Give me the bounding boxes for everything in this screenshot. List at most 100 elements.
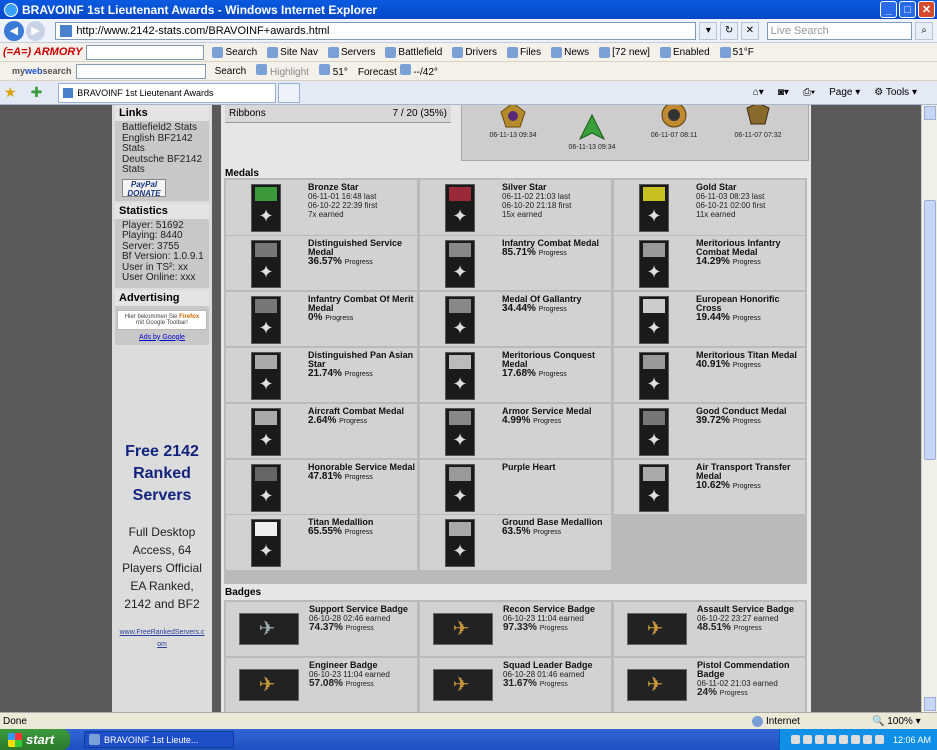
ribbon-item[interactable]: 06-11-13 09:34 bbox=[478, 105, 548, 139]
medal-name: Gold Star bbox=[696, 182, 737, 192]
ribbon-item[interactable]: 06-11-07 07:32 bbox=[718, 105, 798, 139]
feeds-icon[interactable]: ◙▾ bbox=[778, 87, 789, 98]
address-dropdown-button[interactable]: ▾ bbox=[699, 21, 718, 40]
medal-cell[interactable]: ✦ Distinguished Service Medal 36.57% Progr… bbox=[226, 235, 417, 291]
armory-search-box[interactable] bbox=[86, 44, 205, 60]
badge-cell[interactable]: ✈ Squad Leader Badge 06-10-28 01:46 earned… bbox=[420, 658, 611, 712]
scroll-up-button[interactable] bbox=[924, 106, 936, 120]
advertising-heading: Advertising bbox=[115, 289, 209, 306]
print-icon[interactable]: ⎙▾ bbox=[803, 87, 815, 98]
popup-enabled-button[interactable]: Enabled bbox=[659, 46, 710, 58]
badge-cell[interactable]: ✈ Engineer Badge 06-10-23 11:04 earned 57.0… bbox=[226, 658, 417, 712]
search-go-button[interactable]: ⌕ bbox=[915, 21, 933, 40]
url-field[interactable]: http://www.2142-stats.com/BRAVOINF+award… bbox=[55, 21, 697, 40]
tray-icon[interactable] bbox=[862, 735, 872, 744]
free-servers-ad-title[interactable]: Free 2142 Ranked Servers bbox=[112, 441, 212, 507]
medal-cell[interactable]: ✦ Meritorious Titan Medal 40.91% Progress bbox=[614, 347, 805, 403]
medal-cell[interactable]: ✦ Aircraft Combat Medal 2.64% Progress bbox=[226, 403, 417, 459]
mywebsearch-search-button[interactable]: Search bbox=[215, 66, 247, 77]
medal-cell[interactable]: ✦ Meritorious Conquest Medal 17.68% Progre… bbox=[420, 347, 611, 403]
badge-wings-icon: ✈ bbox=[258, 618, 276, 640]
scroll-down-button[interactable] bbox=[924, 697, 936, 711]
paypal-donate-button[interactable]: PayPal DONATE bbox=[122, 178, 166, 198]
tools-menu-button[interactable]: ⚙ Tools ▾ bbox=[874, 87, 917, 98]
stop-button[interactable]: ✕ bbox=[740, 21, 759, 40]
tray-icon[interactable] bbox=[814, 735, 824, 744]
badge-text: Recon Service Badge 06-10-23 11:04 earned… bbox=[503, 605, 603, 633]
medal-cell[interactable]: ✦ Good Conduct Medal 39.72% Progress bbox=[614, 403, 805, 459]
stat-users-online: User Online: xxx bbox=[122, 272, 196, 283]
armory-search-button[interactable]: Search bbox=[212, 46, 257, 58]
medal-cell[interactable]: ✦ Purple Heart bbox=[420, 459, 611, 515]
scroll-thumb[interactable] bbox=[924, 200, 936, 460]
medal-name: Distinguished Service Medal bbox=[308, 237, 403, 257]
medal-cell[interactable]: ✦ Silver Star 06-11-02 21:03 last 06-10-20 … bbox=[420, 180, 611, 235]
drivers-button[interactable]: Drivers bbox=[452, 46, 497, 58]
medal-cell[interactable]: ✦ Infantry Combat Of Merit Medal 0% Progre… bbox=[226, 291, 417, 347]
maximize-button[interactable]: □ bbox=[899, 1, 916, 18]
page-menu-button[interactable]: Page ▾ bbox=[829, 87, 860, 98]
medal-cell[interactable]: ✦ Ground Base Medallion 63.5% Progress bbox=[420, 515, 611, 570]
medal-cell[interactable]: ✦ European Honorific Cross 19.44% Progress bbox=[614, 291, 805, 347]
back-button[interactable]: ◀ bbox=[4, 20, 24, 41]
link-bf2-stats[interactable]: Battlefield2 Stats bbox=[122, 122, 205, 134]
ribbon-emblem-icon bbox=[500, 105, 526, 128]
link-deutsche-bf2142[interactable]: Deutsche BF2142 Stats bbox=[122, 154, 205, 176]
mail-count-button[interactable]: [72 new] bbox=[599, 46, 650, 58]
tab-bravoinf-awards[interactable]: BRAVOINF 1st Lieutenant Awards bbox=[58, 82, 277, 103]
ribbon-item[interactable]: 06-11-07 08:11 bbox=[634, 105, 714, 139]
refresh-button[interactable]: ↻ bbox=[720, 21, 738, 40]
tray-icon[interactable] bbox=[826, 735, 836, 744]
firefox-ad[interactable]: Hier bekommen Sie Firefox mit Google Tool… bbox=[117, 309, 207, 330]
close-button[interactable]: ✕ bbox=[918, 1, 935, 18]
taskbar-ie-window[interactable]: BRAVOINF 1st Lieute... bbox=[84, 731, 234, 748]
link-english-bf2142[interactable]: English BF2142 Stats bbox=[122, 133, 205, 155]
battlefield-button[interactable]: Battlefield bbox=[385, 46, 442, 58]
servers-button[interactable]: Servers bbox=[327, 46, 375, 58]
live-search-input[interactable]: Live Search bbox=[766, 21, 913, 40]
medal-cell[interactable]: ✦ Meritorious Infantry Combat Medal 14.29%… bbox=[614, 235, 805, 291]
zoom-level[interactable]: 🔍 100% ▾ bbox=[872, 716, 921, 727]
medal-cell[interactable]: ✦ Medal Of Gallantry 34.44% Progress bbox=[420, 291, 611, 347]
medal-cell[interactable]: ✦ Gold Star 06-11-03 08:23 last 06-10-21 02… bbox=[614, 180, 805, 235]
mywebsearch-input[interactable] bbox=[75, 63, 206, 79]
tray-icon[interactable] bbox=[838, 735, 848, 744]
tray-icon[interactable] bbox=[790, 735, 800, 744]
medal-text: Air Transport Transfer Medal 10.62% Progr… bbox=[696, 462, 804, 491]
site-nav-button[interactable]: Site Nav bbox=[267, 46, 318, 58]
start-button[interactable]: start bbox=[0, 729, 70, 750]
forecast-button[interactable]: Forecast --/42° bbox=[358, 64, 438, 78]
medal-cell[interactable]: ✦ Titan Medallion 65.55% Progress bbox=[226, 515, 417, 570]
home-icon[interactable]: ⌂▾ bbox=[753, 87, 764, 98]
medal-ribbon-band bbox=[643, 466, 665, 481]
mail-icon bbox=[599, 46, 611, 58]
news-button[interactable]: News bbox=[551, 46, 589, 58]
medal-cell[interactable]: ✦ Air Transport Transfer Medal 10.62% Prog… bbox=[614, 459, 805, 515]
badge-cell[interactable]: ✈ Assault Service Badge 06-10-22 23:27 ear… bbox=[614, 602, 805, 656]
forward-button[interactable]: ▶ bbox=[25, 20, 46, 41]
favorites-star-icon[interactable]: ★ bbox=[4, 84, 17, 101]
badge-cell[interactable]: ✈ Support Service Badge 06-10-28 02:46 ear… bbox=[226, 602, 417, 656]
weather-now-button[interactable]: 51° bbox=[318, 64, 348, 78]
ads-by-google-link[interactable]: Ads by Google bbox=[115, 334, 209, 341]
files-button[interactable]: Files bbox=[507, 46, 541, 58]
badge-cell[interactable]: ✈ Recon Service Badge 06-10-23 11:04 earne… bbox=[420, 602, 611, 656]
vertical-scrollbar[interactable] bbox=[921, 105, 937, 712]
ribbon-item[interactable]: 06-11-13 09:34 bbox=[552, 113, 632, 151]
medal-cell[interactable]: ✦ Honorable Service Medal 47.81% Progress bbox=[226, 459, 417, 515]
medal-cell[interactable]: ✦ Distinguished Pan Asian Star 21.74% Prog… bbox=[226, 347, 417, 403]
medal-cell[interactable]: ✦ Bronze Star 06-11-01 16:48 last 06-10-22 … bbox=[226, 180, 417, 235]
tray-icon[interactable] bbox=[874, 735, 884, 744]
weather-button[interactable]: 51°F bbox=[719, 46, 754, 58]
minimize-button[interactable]: _ bbox=[880, 1, 897, 18]
badge-cell[interactable]: ✈ Pistol Commendation Badge 06-11-02 21:03… bbox=[614, 658, 805, 712]
tray-icon[interactable] bbox=[802, 735, 812, 744]
medal-cell[interactable]: ✦ Infantry Combat Medal 85.71% Progress bbox=[420, 235, 611, 291]
free-servers-link[interactable]: www.FreeRankedServers.com bbox=[112, 627, 212, 651]
server-icon bbox=[327, 46, 339, 58]
tray-icon[interactable] bbox=[850, 735, 860, 744]
medal-cell[interactable]: ✦ Armor Service Medal 4.99% Progress bbox=[420, 403, 611, 459]
add-favorites-icon[interactable]: ✚ bbox=[31, 84, 43, 101]
new-tab-button[interactable] bbox=[278, 82, 301, 103]
highlight-button[interactable]: Highlight bbox=[256, 64, 309, 78]
